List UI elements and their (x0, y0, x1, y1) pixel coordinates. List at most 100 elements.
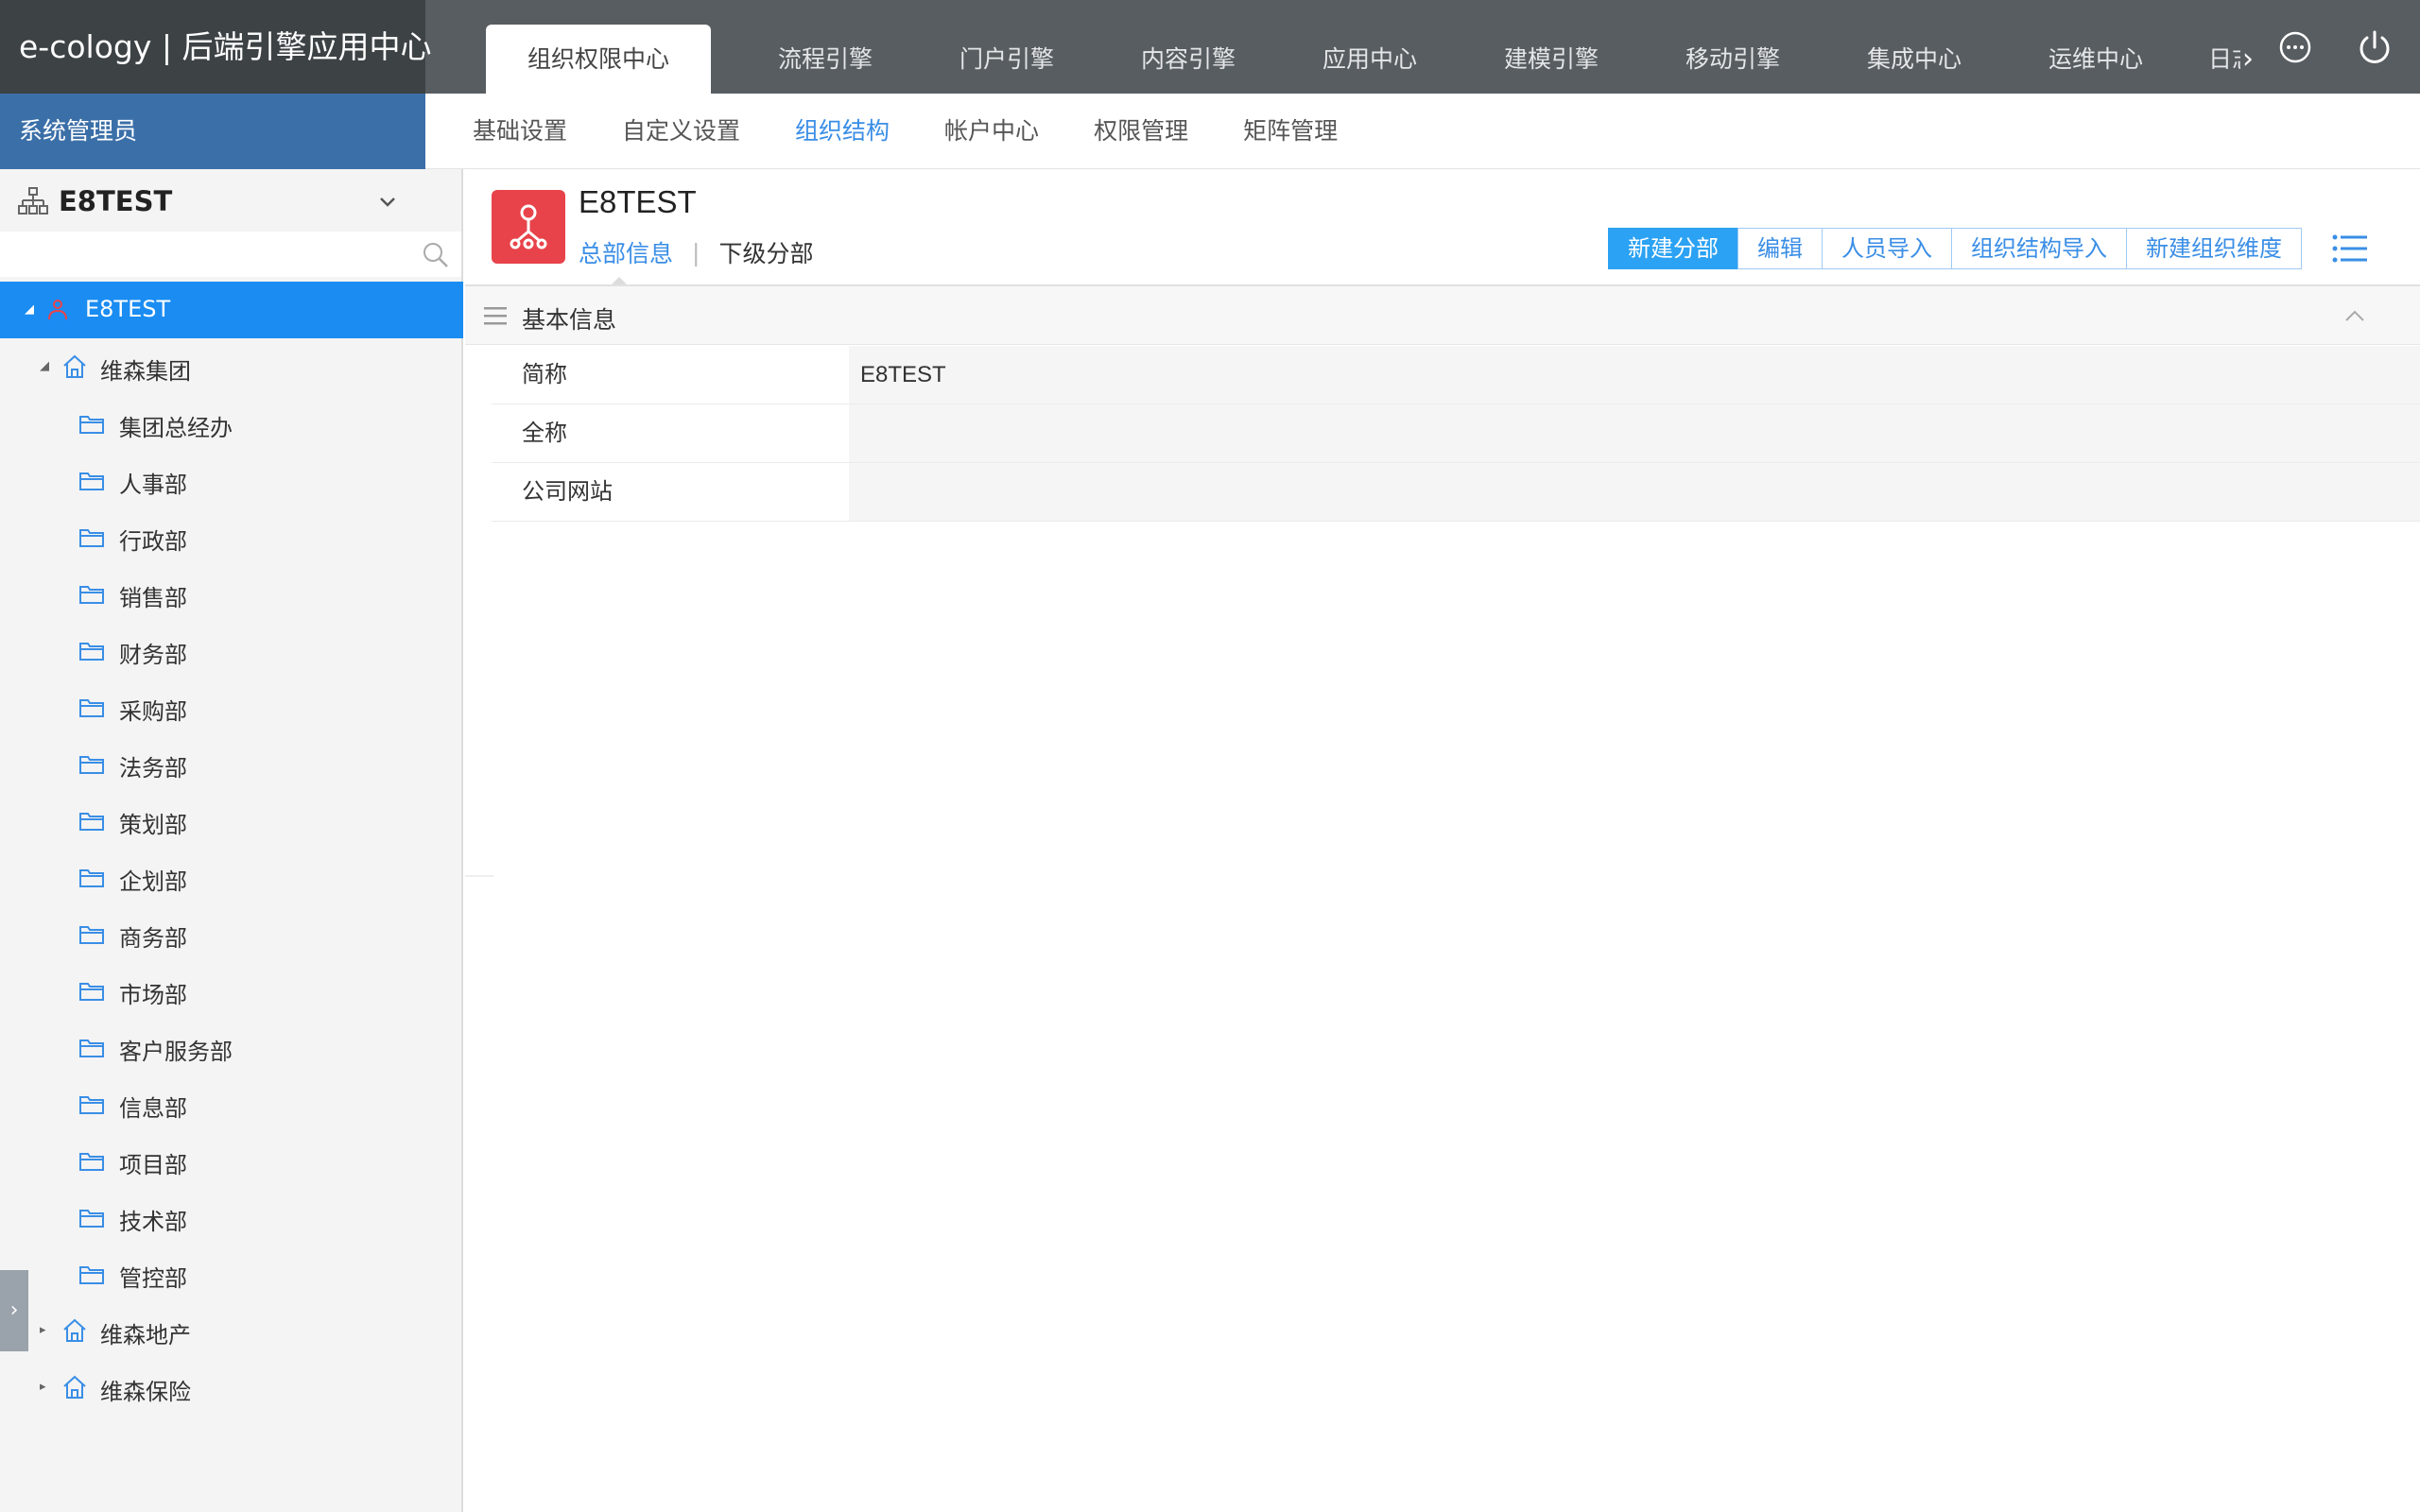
tree-item-label: E8TEST (85, 296, 171, 322)
tab-hq-info[interactable]: 总部信息 (579, 235, 673, 269)
tree-dept[interactable]: 人事部 (0, 452, 463, 508)
chevron-right-icon[interactable]: › (2242, 25, 2254, 94)
tab-sub-branches[interactable]: 下级分部 (718, 235, 813, 269)
tree-company[interactable]: ▸ 维森地产 (0, 1302, 463, 1359)
folder-icon (79, 983, 104, 1001)
tree-dept[interactable]: 企划部 (0, 849, 463, 905)
tree-item-label: 策划部 (119, 812, 187, 838)
tree-dept[interactable]: 技术部 (0, 1189, 463, 1246)
top-tab-log[interactable]: 日志 (2208, 25, 2240, 94)
tree-item-label: 维森地产 (100, 1322, 191, 1349)
top-tab-integration[interactable]: 集成中心 (1845, 25, 1983, 94)
new-org-dimension-button[interactable]: 新建组织维度 (2126, 228, 2302, 269)
subnav-matrix-mgmt[interactable]: 矩阵管理 (1243, 94, 1338, 168)
tree-dept[interactable]: 法务部 (0, 735, 463, 792)
sub-nav: 基础设置 自定义设置 组织结构 帐户中心 权限管理 矩阵管理 (425, 94, 2420, 169)
folder-icon (79, 643, 104, 661)
subnav-permission-mgmt[interactable]: 权限管理 (1094, 94, 1188, 168)
top-tabs: 组织权限中心 流程引擎 门户引擎 内容引擎 应用中心 建模引擎 移动引擎 集成中… (486, 25, 2248, 94)
tree-item-label: 项目部 (119, 1152, 187, 1178)
tree-dept[interactable]: 集团总经办 (0, 395, 463, 452)
main-content: E8TEST 总部信息 | 下级分部 新建分部 编辑 人员导入 组织结构导入 新… (465, 169, 2420, 1512)
home-icon (63, 354, 86, 378)
field-value: E8TEST (849, 346, 2420, 404)
collapse-arrow-icon[interactable]: ◢ (40, 360, 53, 373)
tree-item-label: 销售部 (119, 585, 187, 611)
info-table: 简称 E8TEST 全称 公司网站 (492, 346, 2420, 522)
expand-arrow-icon[interactable]: ▸ (40, 1324, 53, 1337)
search-icon[interactable] (422, 241, 450, 269)
edit-button[interactable]: 编辑 (1737, 228, 1823, 269)
top-tab-workflow[interactable]: 流程引擎 (756, 25, 894, 94)
subnav-org-structure[interactable]: 组织结构 (795, 94, 890, 168)
tree-dept[interactable]: 客户服务部 (0, 1019, 463, 1075)
power-icon[interactable] (2356, 28, 2394, 66)
org-selector[interactable]: E8TEST (0, 169, 463, 233)
tree-dept[interactable]: 销售部 (0, 565, 463, 622)
folder-icon (79, 529, 104, 547)
tree-root[interactable]: ◢ E8TEST (0, 282, 463, 338)
tree-dept[interactable]: 行政部 (0, 508, 463, 565)
tree-item-label: 集团总经办 (119, 415, 233, 441)
chevron-down-icon[interactable] (376, 190, 399, 213)
tree-dept[interactable]: 策划部 (0, 792, 463, 849)
tree-dept[interactable]: 管控部 (0, 1246, 463, 1302)
top-tab-content[interactable]: 内容引擎 (1119, 25, 1257, 94)
org-chart-icon (18, 187, 48, 215)
tree-item-label: 法务部 (119, 755, 187, 782)
page-title: E8TEST (579, 184, 697, 219)
tree-dept[interactable]: 采购部 (0, 679, 463, 735)
tree-dept[interactable]: 项目部 (0, 1132, 463, 1189)
subnav-basic-settings[interactable]: 基础设置 (473, 94, 567, 168)
tree-dept[interactable]: 信息部 (0, 1075, 463, 1132)
collapse-arrow-icon[interactable]: ◢ (25, 303, 38, 317)
folder-icon (79, 586, 104, 604)
top-tab-mobile[interactable]: 移动引擎 (1664, 25, 1802, 94)
folder-icon (79, 699, 104, 717)
section-title: 基本信息 (522, 306, 617, 334)
subnav-custom-settings[interactable]: 自定义设置 (622, 94, 740, 168)
tree-item-label: 人事部 (119, 472, 187, 498)
tree-item-label: 管控部 (119, 1265, 187, 1292)
top-tab-portal[interactable]: 门户引擎 (938, 25, 1076, 94)
header-tabs: 总部信息 | 下级分部 (579, 235, 813, 269)
field-value (849, 463, 2420, 521)
tree-item-label: 维森保险 (100, 1379, 191, 1405)
tree-dept[interactable]: 市场部 (0, 962, 463, 1019)
tree-item-label: 信息部 (119, 1095, 187, 1122)
tree-search-input[interactable] (0, 232, 406, 277)
new-branch-button[interactable]: 新建分部 (1608, 228, 1738, 269)
section-basic-info[interactable]: 基本信息 (465, 286, 2420, 345)
subnav-account-center[interactable]: 帐户中心 (944, 94, 1039, 168)
import-org-button[interactable]: 组织结构导入 (1951, 228, 2127, 269)
folder-icon (79, 472, 104, 490)
chevron-up-icon[interactable] (2342, 305, 2367, 326)
top-tab-org-permission[interactable]: 组织权限中心 (486, 25, 712, 94)
folder-icon (79, 416, 104, 434)
tree-company[interactable]: ◢ 维森集团 (0, 338, 463, 395)
expand-sidebar-handle[interactable]: › (0, 1270, 28, 1351)
expand-arrow-icon[interactable]: ▸ (40, 1381, 53, 1394)
list-menu-icon[interactable] (2331, 232, 2369, 266)
tree-item-label: 市场部 (119, 982, 187, 1008)
folder-icon (79, 869, 104, 887)
top-tab-modeling[interactable]: 建模引擎 (1482, 25, 1620, 94)
field-label: 全称 (492, 404, 849, 462)
ellipsis-circle-icon[interactable] (2276, 28, 2314, 66)
tab-separator: | (692, 238, 700, 266)
tree-item-label: 财务部 (119, 642, 187, 668)
top-tab-app-center[interactable]: 应用中心 (1301, 25, 1439, 94)
field-row-short-name: 简称 E8TEST (492, 346, 2420, 404)
import-staff-button[interactable]: 人员导入 (1822, 228, 1952, 269)
org-tree: ◢ E8TEST ◢ 维森集团集团总经办人事部行政部销售部财务部采购部法务部策划部企划… (0, 282, 463, 1416)
tree-dept[interactable]: 财务部 (0, 622, 463, 679)
folder-icon (79, 1210, 104, 1228)
top-tab-ops[interactable]: 运维中心 (2027, 25, 2165, 94)
folder-icon (79, 926, 104, 944)
hamburger-icon (484, 307, 507, 325)
tree-dept[interactable]: 商务部 (0, 905, 463, 962)
home-icon (63, 1375, 86, 1399)
folder-icon (79, 1040, 104, 1057)
app-brand: e-cology | 后端引擎应用中心 (0, 0, 431, 94)
tree-company[interactable]: ▸ 维森保险 (0, 1359, 463, 1416)
